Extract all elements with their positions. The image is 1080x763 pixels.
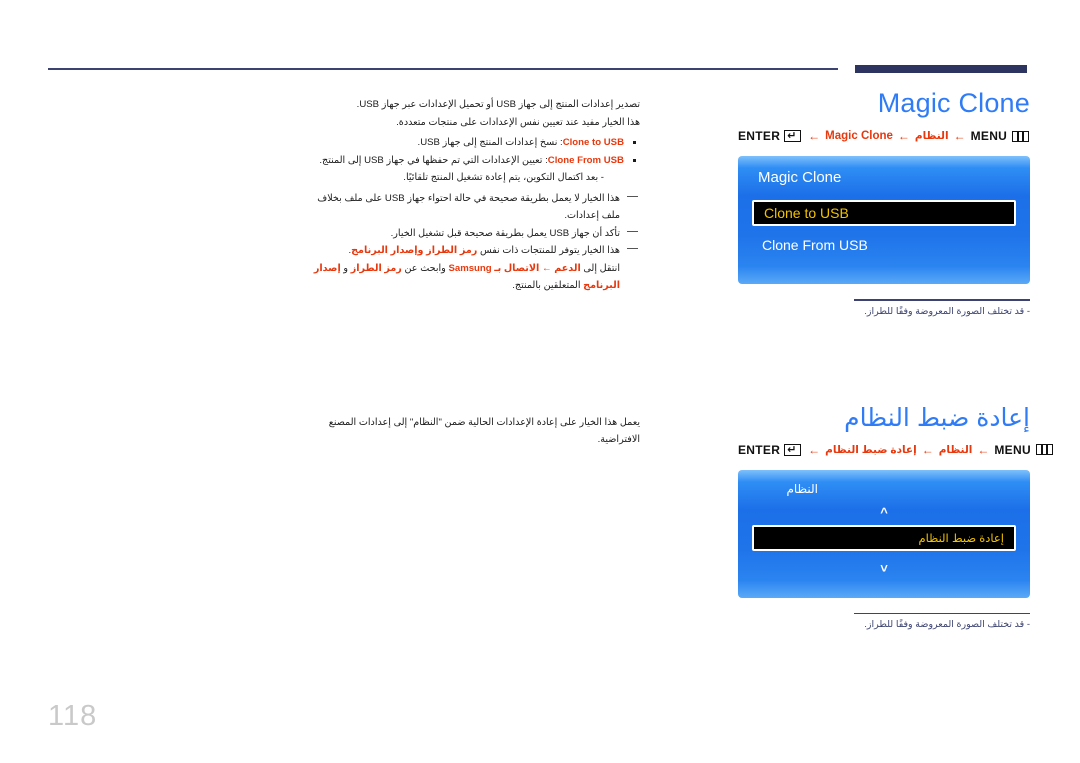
final-and: و: [340, 262, 351, 274]
note-usb-other-file: هذا الخيار لا يعمل بطريقة صحيحة في حالة …: [308, 190, 640, 225]
section-magic-clone: Magic Clone MENU ← النظام ← Magic Clone …: [738, 88, 1030, 317]
reset-system-paragraph: يعمل هذا الخيار على إعادة الإعدادات الحا…: [328, 416, 640, 446]
note-same-model-code-text: هذا الخيار يتوفر للمنتجات ذات نفس: [477, 245, 620, 256]
breadcrumb-arrow-1: ←: [953, 129, 966, 144]
caption-magic-clone: ‑ قد تختلف الصورة المعروضة وفقًا للطراز.: [864, 305, 1030, 317]
final-keyword-model-code: رمز الطراز: [350, 262, 402, 274]
scroll-up-chevron-icon[interactable]: ^: [738, 506, 1030, 519]
final-suffix: المتعلقين بالمنتج.: [512, 280, 584, 291]
menu-icon: [1035, 444, 1053, 456]
header-rule-thin: [48, 68, 838, 70]
breadcrumb-arrow-2: ←: [897, 129, 910, 144]
breadcrumb-crumb-system: النظام: [938, 443, 973, 456]
breadcrumb-crumb-system: النظام: [914, 130, 949, 143]
bullet-term-clone-to-usb: Clone to USB: [562, 137, 624, 148]
breadcrumb-crumb-magic-clone: Magic Clone: [825, 130, 893, 143]
osd-item-label: Clone From USB: [762, 237, 868, 254]
breadcrumb-enter-label: ENTER: [738, 442, 781, 457]
page-number: 118: [48, 700, 98, 732]
breadcrumb-menu-label: MENU: [970, 129, 1008, 144]
note-same-model-code: هذا الخيار يتوفر للمنتجات ذات نفس رمز ال…: [308, 242, 640, 260]
section-title-reset-system: إعادة ضبط النظام: [844, 404, 1030, 432]
osd-item-reset-system[interactable]: إعادة ضبط النظام: [752, 524, 1016, 551]
enter-icon: ↵: [784, 443, 802, 456]
breadcrumb-magic-clone: MENU ← النظام ← Magic Clone ← ↵ ENTER: [738, 128, 1030, 145]
breadcrumb-crumb-reset-system: إعادة ضبط النظام: [825, 443, 917, 456]
breadcrumb-arrow-3: ←: [808, 442, 821, 457]
magic-clone-bullet-list: Clone to USB: نسخ إعدادات المنتج إلى جها…: [308, 134, 640, 187]
intro-line-2: هذا الخيار مفيد عند تعيين نفس الإعدادات …: [396, 116, 640, 128]
breadcrumb-reset-system: MENU ← النظام ← إعادة ضبط النظام ← ↵ ENT…: [738, 442, 1053, 459]
enter-icon: ↵: [784, 130, 802, 143]
osd-item-clone-from-usb[interactable]: Clone From USB: [752, 232, 1016, 258]
osd-header-magic-clone: Magic Clone: [758, 169, 842, 187]
final-arrow: ←: [539, 262, 555, 274]
breadcrumb-arrow-2: ←: [921, 442, 934, 457]
magic-clone-body-text: تصدير إعدادات المنتج إلى جهاز USB أو تحم…: [308, 96, 640, 295]
magic-clone-final-line: انتقل إلى الدعم ← الاتصال بـ Samsung واب…: [308, 260, 640, 295]
final-mid: وابحث عن: [401, 262, 449, 274]
scroll-down-chevron-icon[interactable]: ˅: [738, 562, 1030, 575]
intro-line-1: تصدير إعدادات المنتج إلى جهاز USB أو تحم…: [356, 99, 640, 110]
section-reset-system: إعادة ضبط النظام MENU ← النظام ← إعادة ض…: [738, 404, 1053, 631]
osd-item-label: Clone to USB: [764, 205, 849, 222]
osd-item-clone-to-usb[interactable]: Clone to USB: [752, 200, 1016, 227]
breadcrumb-menu-label: MENU: [994, 442, 1031, 457]
osd-panel-magic-clone: Magic Clone Clone to USB Clone From USB: [738, 156, 1030, 285]
menu-icon: [1012, 130, 1030, 142]
caption-reset-system: ‑ قد تختلف الصورة المعروضة وفقًا للطراز.: [864, 619, 1030, 631]
bullet-subnote-clone-from-usb: ‑ بعد اكتمال التكوين، يتم إعادة تشغيل ال…: [403, 172, 604, 183]
bullet-text-clone-from-usb: : تعيين الإعدادات التي تم حفظها في جهاز …: [319, 154, 548, 166]
osd-panel-reset-system: النظام ^ إعادة ضبط النظام ˅: [738, 469, 1030, 598]
breadcrumb-enter-label: ENTER: [738, 129, 781, 144]
note-keyword-model-code: رمز الطراز وإصدار البرنامج: [351, 245, 478, 256]
caption-rule-reset-system: [854, 612, 1030, 615]
magic-clone-note-list: هذا الخيار لا يعمل بطريقة صحيحة في حالة …: [308, 190, 640, 260]
reset-system-body-text: يعمل هذا الخيار على إعادة الإعدادات الحا…: [308, 404, 640, 458]
breadcrumb-arrow-3: ←: [808, 129, 821, 144]
osd-header-system: النظام: [786, 481, 818, 496]
final-prefix: انتقل إلى: [580, 262, 620, 274]
final-keyword-support: الدعم: [554, 262, 581, 274]
bullet-term-clone-from-usb: Clone From USB: [547, 154, 624, 166]
bullet-clone-from-usb: Clone From USB: تعيين الإعدادات التي تم …: [308, 152, 640, 187]
section-title-magic-clone: Magic Clone: [877, 88, 1030, 118]
caption-rule-magic-clone: [854, 299, 1030, 301]
bullet-clone-to-usb: Clone to USB: نسخ إعدادات المنتج إلى جها…: [308, 134, 640, 152]
header-rule-thick: [855, 65, 1027, 73]
osd-item-label: إعادة ضبط النظام: [918, 532, 1004, 545]
note-usb-working: تأكد أن جهاز USB يعمل بطريقة صحيحة قبل ت…: [308, 225, 640, 243]
breadcrumb-arrow-1: ←: [977, 442, 990, 457]
bullet-text-clone-to-usb: : نسخ إعدادات المنتج إلى جهاز USB.: [417, 137, 563, 148]
final-keyword-contact-samsung: الاتصال بـ Samsung: [448, 262, 540, 274]
